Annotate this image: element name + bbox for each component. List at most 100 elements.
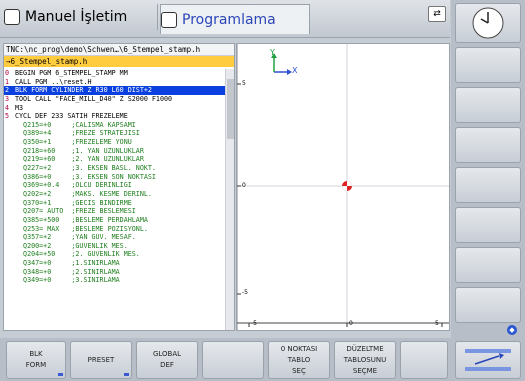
- graphic-view[interactable]: X Y 5 0 -5 -5 0 5: [236, 43, 450, 331]
- code-line[interactable]: Q349=+0 ;3.SINIRLAMA: [4, 276, 226, 285]
- line-text: Q385=+500 ;BESLEME PERDAHLAMA: [15, 215, 148, 224]
- line-text: CALL PGM ..\reset.H: [15, 77, 92, 86]
- vertical-softkey-4[interactable]: [455, 167, 521, 203]
- ruler-bottom-left: -5: [251, 320, 257, 327]
- softkey-label: DEF: [160, 361, 174, 369]
- softkey-label: BLK: [29, 350, 43, 358]
- code-line[interactable]: Q218=+60 ;1. YAN UZUNLUKLAR: [4, 147, 226, 156]
- manual-mode-icon: [4, 9, 20, 25]
- softkey-preset[interactable]: PRESET: [70, 341, 132, 379]
- ruler-label-bottom: -5: [242, 289, 248, 296]
- axis-ticks-left: [237, 83, 241, 295]
- line-text: Q219=+60 ;2. YAN UZUNLUKLAR: [15, 155, 144, 164]
- code-line[interactable]: 1 CALL PGM ..\reset.H: [4, 78, 226, 87]
- code-line[interactable]: 4 M3: [4, 104, 226, 113]
- softkey-switch-row[interactable]: [455, 341, 521, 379]
- code-line[interactable]: Q357=+2 ;YAN GUV. MESAF.: [4, 233, 226, 242]
- line-text: Q200=+2 ;GUVENLIK MES.: [15, 241, 128, 250]
- code-line[interactable]: Q202=+2 ;MAKS. KESME DERINL.: [4, 190, 226, 199]
- softkey-compensation-table[interactable]: DÜZELTME TABLOSUNU SEÇME: [334, 341, 396, 379]
- code-line[interactable]: Q369=+0.4 ;OLCU DERINLIGI: [4, 181, 226, 190]
- line-text: CYCL DEF 233 SATIH FREZELEME: [15, 112, 128, 121]
- clock-button[interactable]: [455, 3, 521, 43]
- vertical-softkey-5[interactable]: [455, 207, 521, 243]
- softkey-label: TABLOSUNU: [343, 355, 387, 364]
- softkey-label: SEÇME: [352, 366, 378, 375]
- line-text: Q347=+0 ;1.SINIRLAMA: [15, 259, 120, 268]
- code-line[interactable]: Q200=+2 ;GUVENLIK MES.: [4, 242, 226, 251]
- line-number: 0: [5, 69, 10, 77]
- softkey-empty-2[interactable]: [400, 341, 448, 379]
- line-text: Q215=+0 ;CALISMA KAPSAMI: [15, 120, 136, 129]
- program-code[interactable]: 0 BEGIN PGM 6_STEMPEL_STAMP MM 1 CALL PGM .…: [4, 69, 226, 330]
- line-text: Q227=+2 ;3. EKSEN BASL. NOKT.: [15, 164, 156, 173]
- vertical-softkey-1[interactable]: [455, 47, 521, 83]
- code-line[interactable]: 5 CYCL DEF 233 SATIH FREZELEME: [4, 112, 226, 121]
- softkey-label: SEÇ: [292, 366, 306, 375]
- line-text: Q349=+0 ;3.SINIRLAMA: [15, 276, 120, 285]
- softkey-global-def[interactable]: GLOBAL DEF: [136, 341, 198, 379]
- program-editor[interactable]: TNC:\nc_prog\demo\Schwen…\6_Stempel_stam…: [3, 43, 235, 331]
- line-number: 5: [5, 112, 10, 121]
- code-line[interactable]: Q204=+50 ;2. GUVENLIK MES.: [4, 250, 226, 259]
- vertical-softkey-3[interactable]: [455, 127, 521, 163]
- softkey-blk-form[interactable]: BLK FORM: [6, 341, 66, 379]
- softkey-label: GLOBAL: [152, 350, 182, 358]
- line-number: 4: [5, 103, 10, 112]
- code-line[interactable]: Q215=+0 ;CALISMA KAPSAMI: [4, 121, 226, 130]
- line-text: Q389=+4 ;FREZE STRATEJISI: [15, 129, 140, 138]
- code-line[interactable]: Q207= AUTO ;FREZE BESLEMESI: [4, 207, 226, 216]
- scroll-thumb[interactable]: [227, 79, 234, 139]
- code-line[interactable]: Q389=+4 ;FREZE STRATEJISI: [4, 129, 226, 138]
- code-line[interactable]: Q350=+1 ;FREZELEME YONU: [4, 138, 226, 147]
- clock-icon: [472, 7, 504, 39]
- softkey-label: PRESET: [87, 355, 115, 364]
- tab-programming-label: Programlama: [182, 11, 276, 28]
- editor-scrollbar[interactable]: [225, 69, 234, 330]
- code-line[interactable]: Q347=+0 ;1.SINIRLAMA: [4, 259, 226, 268]
- tab-manual-operation[interactable]: Manuel İşletim: [4, 4, 158, 30]
- line-text: Q218=+60 ;1. YAN UZUNLUKLAR: [15, 146, 144, 155]
- code-line[interactable]: Q253= MAX ;BESLEME POZISYONL.: [4, 225, 226, 234]
- code-line[interactable]: Q386=+0 ;3. EKSEN SON NOKTASI: [4, 173, 226, 182]
- split-view-toggle-icon[interactable]: ⇄: [428, 6, 446, 22]
- line-text: Q350=+1 ;FREZELEME YONU: [15, 138, 132, 147]
- code-line[interactable]: Q348=+0 ;2.SINIRLAMA: [4, 268, 226, 277]
- ruler-label-mid: 0: [242, 182, 246, 189]
- line-text: Q386=+0 ;3. EKSEN SON NOKTASI: [15, 172, 156, 181]
- code-line[interactable]: Q385=+500 ;BESLEME PERDAHLAMA: [4, 216, 226, 225]
- line-text: BLK FORM CYLINDER Z R30 L60 DIST+2: [15, 86, 152, 95]
- softkey-empty-1[interactable]: [202, 341, 264, 379]
- code-line[interactable]: 0 BEGIN PGM 6_STEMPEL_STAMP MM: [4, 69, 226, 78]
- graphic-canvas: [236, 44, 449, 330]
- softkey-switch-icon: [465, 349, 511, 371]
- line-text: Q202=+2 ;MAKS. KESME DERINL.: [15, 189, 152, 198]
- vertical-softkey-7[interactable]: [455, 287, 521, 323]
- header-bar: Manuel İşletim Programlama ⇄: [0, 0, 450, 38]
- line-text: TOOL CALL "FACE_MILL_D40" Z S2000 F1000: [15, 94, 173, 103]
- softkey-label: DÜZELTME: [346, 344, 384, 353]
- code-line[interactable]: 2 BLK FORM CYLINDER Z R30 L60 DIST+2: [4, 86, 226, 95]
- vertical-softkey-6[interactable]: [455, 247, 521, 283]
- softkey-datum-table[interactable]: 0 NOKTASI TABLO SEÇ: [268, 341, 330, 379]
- datum-origin-icon: [342, 181, 352, 191]
- softkey-bar: BLK FORM PRESET GLOBAL DEF 0 NOKTASI TABLO S…: [0, 338, 525, 381]
- tab-programming[interactable]: Programlama: [160, 4, 310, 34]
- code-line[interactable]: Q219=+60 ;2. YAN UZUNLUKLAR: [4, 155, 226, 164]
- softkey-label: 0 NOKTASI: [280, 344, 318, 353]
- line-text: Q253= MAX ;BESLEME POZISYONL.: [15, 224, 148, 233]
- info-icon[interactable]: ◆: [507, 325, 517, 335]
- code-line[interactable]: Q227=+2 ;3. EKSEN BASL. NOKT.: [4, 164, 226, 173]
- right-softkey-bar: ◆: [451, 0, 525, 338]
- line-text: M3: [15, 103, 24, 112]
- line-text: Q207= AUTO ;FREZE BESLEMESI: [15, 207, 136, 216]
- line-text: Q357=+2 ;YAN GUV. MESAF.: [15, 233, 136, 242]
- file-path: TNC:\nc_prog\demo\Schwen…\6_Stempel_stam…: [4, 44, 234, 56]
- vertical-softkey-2[interactable]: [455, 87, 521, 123]
- line-number: 3: [5, 94, 10, 103]
- code-line[interactable]: Q370=+1 ;GECIS BINDIRME: [4, 199, 226, 208]
- code-line[interactable]: 3 TOOL CALL "FACE_MILL_D40" Z S2000 F1000: [4, 95, 226, 104]
- softkey-label: FORM: [25, 361, 47, 369]
- y-axis-label: Y: [270, 48, 275, 57]
- line-text: BEGIN PGM 6_STEMPEL_STAMP MM: [15, 69, 128, 77]
